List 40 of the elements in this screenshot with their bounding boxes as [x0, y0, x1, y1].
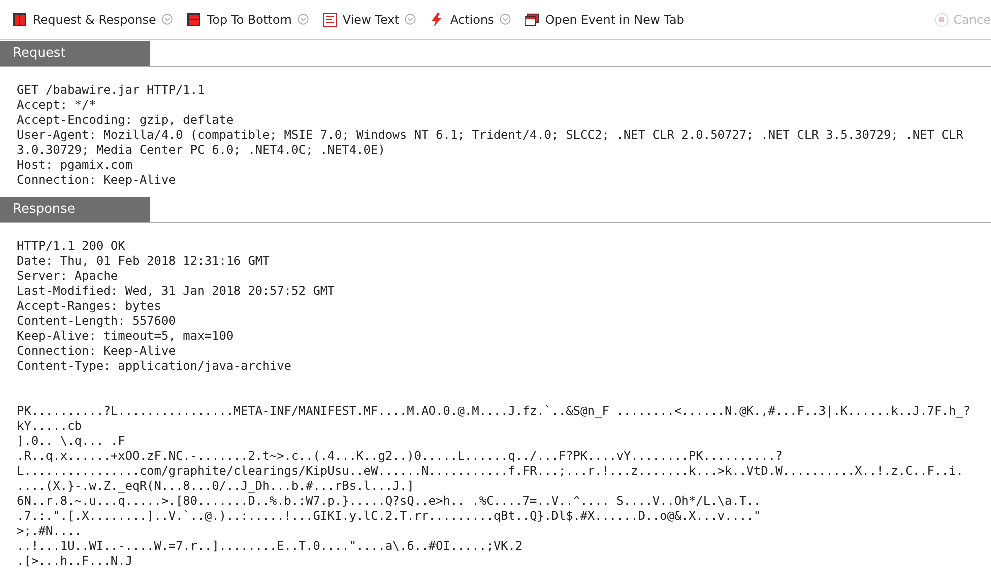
- content-line: kY.....cb: [17, 419, 84, 434]
- content-line: User-Agent: Mozilla/4.0 (compatible; MSIE 7.0; Windows NT 6.1; Trident/4.0; SLCC2; .NET CLR 2.0.50727; .NET CLR 3.5.30729; .NET CLR: [17, 128, 964, 143]
- content-line: ....(X.}-.w.Z._eqR(N...8...0/..J_Dh...b.#...rBs.l...J.]: [17, 479, 416, 494]
- section-header: Response: [0, 197, 150, 222]
- new-window-icon: [525, 12, 540, 26]
- content-line: Keep-Alive: timeout=5, max=100: [17, 329, 235, 344]
- content-line: L................com/graphite/clearings/KipUsu..eW......N...........f.FR...;...r.!...z.......k...>k..VtD.W..........X..!.z.C..F..i.: [17, 464, 964, 479]
- content-line: GET /babawire.jar HTTP/1.1: [17, 83, 206, 98]
- content-line: Date: Thu, 01 Feb 2018 12:31:16 GMT: [17, 254, 271, 269]
- content-line: 6N..r.8.~.u...q.....>.[80.......D..%.b.:W7.p.}.....Q?sQ..e>h.. .%C....7=..V..^.... S....V..Oh*/L.\a.T..: [17, 494, 762, 509]
- content-line: Server: Apache: [17, 269, 120, 284]
- stop-icon: [934, 12, 949, 26]
- content-line: Accept: */*: [17, 98, 98, 113]
- content-line: >;.#N....: [17, 524, 84, 539]
- content-line: PK..........?L................META-INF/MANIFEST.MF....M.AO.0.@.M....J.fz.`..&S@n_F ........<......N.@K.,#...F..3|.K......k..J.7F.h_?: [17, 404, 972, 419]
- content-line: Host: pgamix.com: [17, 158, 134, 173]
- content-line: Content-Length: 557600: [17, 314, 177, 329]
- content-line: ..!...1U..WI..-....W.=7.r..]........E..T.0...."....a\.6..#OI.....;VK.2: [17, 539, 524, 554]
- content-line: .[>...h..F...N.J: [17, 554, 134, 569]
- toolbar-button[interactable]: Open Event in New Tab: [525, 8, 690, 32]
- content-line: Connection: Keep-Alive: [17, 173, 177, 188]
- content-line: .7.:.".[.X........]..V.`..@.)..:.....!...GIKI.y.lC.2.T.rr.........qBt..Q}.Dl$.#X......D..o@&.X...v....": [17, 509, 762, 524]
- section-header: Request: [0, 41, 150, 66]
- content-line: HTTP/1.1 200 OK: [17, 239, 126, 254]
- content-line: ].0.. \.q... .F: [17, 434, 126, 449]
- rows-icon: [187, 12, 202, 26]
- content-line: Last-Modified: Wed, 31 Jan 2018 20:57:52 GMT: [17, 284, 336, 299]
- lightning-icon: [430, 12, 444, 26]
- content-line: Accept-Encoding: gzip, deflate: [17, 113, 235, 128]
- content-line: Connection: Keep-Alive: [17, 344, 177, 359]
- content-line: Accept-Ranges: bytes: [17, 299, 162, 314]
- content-line: 3.0.30729; Media Center PC 6.0; .NET4.0C; .NET4.0E): [17, 143, 386, 158]
- toolbar-button[interactable]: View Text: [322, 8, 422, 32]
- content-line: .R..q.x......+xOO.zF.NC.-.......2.t~>.c..(.4...K..g2..)0.....L......q../...F?PK....vY........PK..........?: [17, 449, 784, 464]
- toolbar-button[interactable]: Request & Response: [13, 8, 180, 32]
- columns-icon: [13, 12, 27, 26]
- content-line: Content-Type: application/java-archive: [17, 359, 293, 374]
- toolbar-button[interactable]: Actions: [430, 8, 518, 32]
- document-icon: [322, 12, 337, 26]
- toolbar-button[interactable]: Top To Bottom: [187, 8, 315, 32]
